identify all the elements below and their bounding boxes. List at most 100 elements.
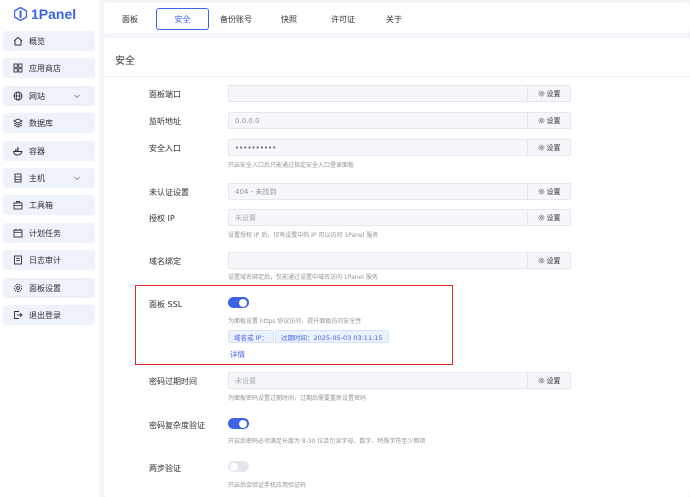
ssl-detail-link[interactable]: 详情	[230, 349, 245, 360]
set-button-label: 设置	[546, 187, 561, 196]
password-complexity-label: 密码复杂度验证	[149, 421, 205, 430]
server-icon	[13, 173, 23, 183]
home-icon	[13, 36, 23, 46]
domain-binding-hint: 设置域名绑定后，仅能通过设置中域名访问 1Panel 服务	[228, 274, 378, 281]
sidebar-item-label: 面板设置	[29, 283, 61, 293]
domain-binding-label: 域名绑定	[149, 257, 181, 266]
listen-address-field: 0.0.0.0	[228, 112, 528, 129]
sidebar-item-app-store[interactable]: 应用商店	[3, 58, 95, 78]
log-icon	[13, 255, 23, 265]
password-complexity-hint: 开启后密码必须满足长度为 8-30 位且包含字母、数字、特殊字符至少两项	[228, 438, 426, 445]
settings-icon	[13, 283, 23, 293]
set-button-label: 设置	[546, 143, 561, 152]
sidebar-item-label: 概览	[29, 36, 45, 46]
logo[interactable]: 1Panel	[14, 5, 76, 23]
security-entrance-field: ••••••••••	[228, 139, 528, 156]
tab-license[interactable]: 许可证	[326, 8, 360, 30]
unauth-setting-label: 未认证设置	[149, 188, 189, 197]
container-whale-icon	[13, 146, 23, 156]
set-button-label: 设置	[546, 256, 561, 265]
sidebar-item-toolbox[interactable]: 工具箱	[3, 195, 95, 215]
security-entrance-set-button[interactable]: 设置	[528, 139, 571, 156]
allowed-ip-set-button[interactable]: 设置	[528, 209, 571, 226]
password-expiry-hint: 为面板密码设置过期时间，过期后需要重新设置密码	[228, 395, 367, 402]
gear-icon	[538, 144, 544, 151]
gear-icon	[538, 117, 544, 124]
1panel-logo-icon	[14, 7, 27, 21]
sidebar-item-overview[interactable]: 概览	[3, 31, 95, 51]
database-icon	[13, 118, 23, 128]
sidebar-item-label: 网站	[29, 91, 45, 101]
allowed-ip-hint: 设置授权 IP 后，仅有设置中的 IP 可以访问 1Panel 服务	[228, 232, 379, 239]
sidebar-item-cron-jobs[interactable]: 计划任务	[3, 223, 95, 243]
sidebar-item-label: 退出登录	[29, 310, 61, 320]
password-expiry-field: 未设置	[228, 372, 528, 389]
panel-ssl-switch[interactable]	[228, 297, 249, 308]
gear-icon	[538, 214, 544, 221]
set-button-label: 设置	[546, 376, 561, 385]
password-complexity-switch[interactable]	[228, 418, 249, 429]
security-entrance-label: 安全入口	[149, 144, 181, 153]
sidebar-item-logout[interactable]: 退出登录	[3, 305, 95, 325]
sidebar-item-label: 数据库	[29, 118, 53, 128]
two-factor-switch[interactable]	[228, 461, 249, 472]
app-name: 1Panel	[31, 6, 77, 22]
gear-icon	[538, 377, 544, 384]
gear-icon	[538, 90, 544, 97]
unauth-setting-set-button[interactable]: 设置	[528, 183, 571, 200]
logout-icon	[13, 310, 23, 320]
calendar-icon	[13, 228, 23, 238]
sidebar-item-label: 应用商店	[29, 63, 61, 73]
security-settings-card: 安全 面板端口 设置 监听地址 0.0.0.0 设置 安全入口 ••••••••…	[104, 38, 690, 497]
tab-about[interactable]: 关于	[380, 8, 408, 30]
switch-knob	[230, 462, 238, 471]
two-factor-hint: 开启后会验证手机应用验证码	[228, 482, 307, 489]
domain-binding-set-button[interactable]: 设置	[528, 252, 571, 269]
unauth-setting-field: 404 - 未找到	[228, 183, 528, 200]
chevron-down-icon[interactable]	[73, 92, 81, 100]
toolbox-icon	[13, 200, 23, 210]
panel-port-set-button[interactable]: 设置	[528, 85, 571, 102]
ssl-domain-tag: 域名或 IP：	[228, 330, 274, 343]
panel-ssl-hint: 为面板设置 https 协议访问，提升面板访问安全性	[228, 318, 362, 325]
globe-icon	[13, 91, 23, 101]
apps-grid-icon	[13, 63, 23, 73]
tab-security[interactable]: 安全	[156, 8, 209, 30]
section-title: 安全	[115, 56, 135, 67]
chevron-down-icon[interactable]	[73, 174, 81, 182]
set-button-label: 设置	[546, 89, 561, 98]
sidebar-item-logs[interactable]: 日志审计	[3, 250, 95, 270]
panel-port-field	[228, 85, 528, 102]
panel-port-label: 面板端口	[149, 90, 181, 99]
settings-tabs: 面板 安全 备份账号 快照 许可证 关于	[104, 3, 690, 33]
sidebar-item-panel-settings[interactable]: 面板设置	[3, 278, 95, 298]
switch-knob	[239, 298, 247, 307]
ssl-expire-tag: 过期时间：2025-05-03 03:11:15	[275, 330, 389, 343]
sidebar-item-label: 主机	[29, 173, 45, 183]
tab-snapshots[interactable]: 快照	[274, 8, 304, 30]
panel-ssl-label: 面板 SSL	[149, 300, 183, 309]
tab-backup-accounts[interactable]: 备份账号	[216, 8, 256, 30]
sidebar-item-websites[interactable]: 网站	[3, 86, 95, 106]
tab-panel[interactable]: 面板	[112, 8, 148, 30]
sidebar-item-containers[interactable]: 容器	[3, 141, 95, 161]
listen-address-set-button[interactable]: 设置	[528, 112, 571, 129]
set-button-label: 设置	[546, 213, 561, 222]
gear-icon	[538, 257, 544, 264]
listen-address-label: 监听地址	[149, 117, 181, 126]
security-entrance-hint: 开启安全入口后只能通过指定安全入口登录面板	[228, 162, 355, 169]
two-factor-label: 两步验证	[149, 464, 181, 473]
gear-icon	[538, 188, 544, 195]
ssl-highlight-box	[135, 285, 453, 365]
sidebar-item-label: 计划任务	[29, 228, 61, 238]
set-button-label: 设置	[546, 116, 561, 125]
password-expiry-set-button[interactable]: 设置	[528, 372, 571, 389]
divider	[104, 76, 690, 77]
sidebar: 1Panel 概览 应用商店 网站 数据库 容器 主机 工具箱 计划任务 日志审…	[0, 0, 99, 497]
sidebar-item-hosts[interactable]: 主机	[3, 168, 95, 188]
sidebar-item-databases[interactable]: 数据库	[3, 113, 95, 133]
switch-knob	[239, 419, 247, 428]
password-expiry-label: 密码过期时间	[149, 377, 197, 386]
domain-binding-field	[228, 252, 528, 269]
sidebar-item-label: 容器	[29, 146, 45, 156]
